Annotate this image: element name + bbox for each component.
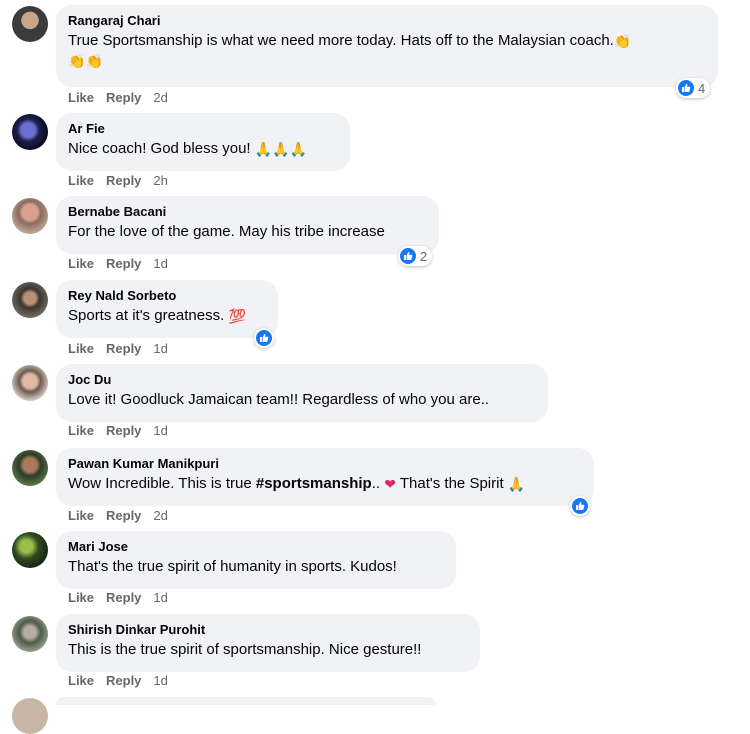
comment-author[interactable]: Shirish Dinkar Purohit [68, 621, 468, 638]
comment-bubble: Mari Jose That's the true spirit of huma… [56, 531, 456, 589]
comment-time[interactable]: 1d [153, 423, 167, 439]
reply-link[interactable]: Reply [106, 423, 141, 439]
comment-time[interactable]: 1d [153, 256, 167, 272]
avatar[interactable] [12, 616, 48, 652]
like-reaction-icon [572, 498, 588, 514]
comment-text: This is the true spirit of sportsmanship… [68, 641, 422, 658]
comment-text: Love it! Goodluck Jamaican team!! Regard… [68, 391, 490, 408]
reply-link[interactable]: Reply [106, 508, 141, 524]
comment-actions: Like Reply 2h [68, 173, 180, 189]
comment-bubble: Ar Fie Nice coach! God bless you! 🙏🙏🙏 [56, 113, 350, 171]
comment-text: Wow Incredible. This is true #sportsmans… [68, 475, 526, 492]
comment-actions: Like Reply 1d [68, 256, 180, 272]
comment-bubble: Shirish Dinkar Purohit This is the true … [56, 614, 480, 672]
comment-author[interactable]: Rey Nald Sorbeto [68, 287, 266, 304]
hundred-emoji-icon: 💯 [228, 308, 246, 324]
hashtag-link[interactable]: #sportsmanship [256, 475, 372, 492]
comment-actions: Like Reply 1d [68, 423, 180, 439]
comment-text: That's the true spirit of humanity in sp… [68, 558, 397, 575]
comment-actions: Like Reply 1d [68, 673, 180, 689]
reply-link[interactable]: Reply [106, 256, 141, 272]
like-reaction-icon [678, 80, 694, 96]
like-link[interactable]: Like [68, 341, 94, 357]
clap-emoji-icon: 👏 [68, 53, 86, 69]
avatar[interactable] [12, 365, 48, 401]
comment-actions: Like Reply 1d [68, 590, 180, 606]
comment-author[interactable]: Joc Du [68, 371, 536, 388]
comment-author[interactable]: Bernabe Bacani [68, 203, 427, 220]
comment-bubble: Rangaraj Chari True Sportsmanship is wha… [56, 5, 718, 87]
reply-link[interactable]: Reply [106, 173, 141, 189]
like-link[interactable]: Like [68, 90, 94, 106]
like-link[interactable]: Like [68, 590, 94, 606]
comment-time[interactable]: 1d [153, 673, 167, 689]
heart-emoji-icon: ❤ [384, 476, 396, 492]
comment-time[interactable]: 1d [153, 590, 167, 606]
comment-text-continued: 👏👏 [68, 51, 706, 71]
reply-link[interactable]: Reply [106, 341, 141, 357]
comment-bubble: Joc Du Love it! Goodluck Jamaican team!!… [56, 364, 548, 422]
reply-link[interactable]: Reply [106, 590, 141, 606]
reply-link[interactable]: Reply [106, 90, 141, 106]
like-link[interactable]: Like [68, 423, 94, 439]
like-link[interactable]: Like [68, 673, 94, 689]
avatar[interactable] [12, 532, 48, 568]
reaction-badge[interactable] [254, 328, 274, 348]
comment-actions: Like Reply 2d [68, 90, 180, 106]
pray-emoji-icon: 🙏 [507, 476, 526, 492]
avatar[interactable] [12, 6, 48, 42]
comment-time[interactable]: 2d [153, 508, 167, 524]
avatar[interactable] [12, 282, 48, 318]
comment-actions: Like Reply 2d [68, 508, 180, 524]
reaction-badge[interactable] [570, 496, 590, 516]
comment-text: Sports at it's greatness. 💯 [68, 307, 246, 324]
avatar[interactable] [12, 698, 48, 734]
pray-emoji-icon: 🙏🙏🙏 [254, 141, 308, 157]
comment-author[interactable]: Mari Jose [68, 538, 444, 555]
comment-text: Nice coach! God bless you! 🙏🙏🙏 [68, 140, 308, 157]
avatar[interactable] [12, 198, 48, 234]
comment-text: For the love of the game. May his tribe … [68, 223, 385, 240]
comment-author[interactable]: Pawan Kumar Manikpuri [68, 455, 582, 472]
comment-author[interactable]: Rangaraj Chari [68, 12, 706, 29]
reply-link[interactable]: Reply [106, 673, 141, 689]
like-reaction-icon [400, 248, 416, 264]
reaction-count: 2 [420, 248, 428, 264]
comment-bubble: Pawan Kumar Manikpuri Wow Incredible. Th… [56, 448, 594, 506]
reaction-count-badge[interactable]: 4 [676, 78, 711, 98]
comment-actions: Like Reply 1d [68, 341, 180, 357]
like-link[interactable]: Like [68, 508, 94, 524]
like-reaction-icon [256, 330, 272, 346]
comment-bubble [56, 697, 436, 705]
comment-bubble: Rey Nald Sorbeto Sports at it's greatnes… [56, 280, 278, 338]
clap-emoji-icon: 👏 [613, 33, 632, 49]
like-link[interactable]: Like [68, 173, 94, 189]
comment-time[interactable]: 2d [153, 90, 167, 106]
avatar[interactable] [12, 114, 48, 150]
like-link[interactable]: Like [68, 256, 94, 272]
reaction-count-badge[interactable]: 2 [398, 246, 433, 266]
reaction-count: 4 [698, 80, 706, 96]
comment-text: True Sportsmanship is what we need more … [68, 32, 632, 49]
comment-time[interactable]: 2h [153, 173, 167, 189]
clap-emoji-icon: 👏 [85, 53, 103, 69]
comment-time[interactable]: 1d [153, 341, 167, 357]
comment-bubble: Bernabe Bacani For the love of the game.… [56, 196, 439, 254]
avatar[interactable] [12, 450, 48, 486]
comment-author[interactable]: Ar Fie [68, 120, 338, 137]
